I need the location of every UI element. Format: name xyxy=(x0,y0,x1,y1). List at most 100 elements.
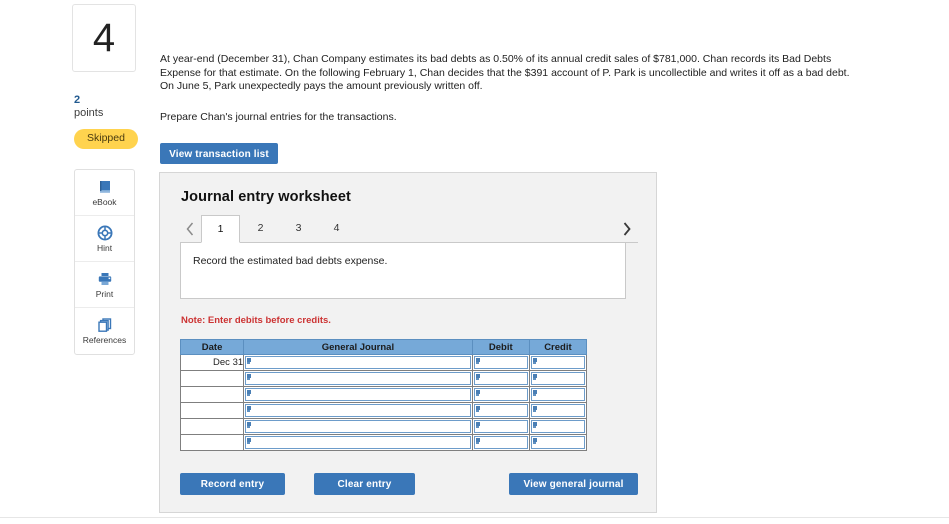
tool-ebook-label: eBook xyxy=(92,196,117,207)
column-header-general-journal: General Journal xyxy=(243,339,473,355)
journal-entry-table: Date General Journal Debit Credit Dec 31 xyxy=(179,339,588,451)
chevron-right-icon[interactable] xyxy=(618,219,636,239)
book-icon xyxy=(97,179,113,195)
table-row xyxy=(179,434,588,451)
clear-entry-button[interactable]: Clear entry xyxy=(314,473,415,495)
debit-input-4[interactable] xyxy=(473,404,528,417)
cell-general-journal-5[interactable] xyxy=(243,418,473,435)
credit-input-3[interactable] xyxy=(530,388,585,401)
cell-date-5[interactable] xyxy=(179,418,245,435)
question-number: 4 xyxy=(92,16,116,60)
column-header-debit: Debit xyxy=(471,339,530,355)
worksheet-instruction-box: Record the estimated bad debts expense. xyxy=(180,243,626,299)
worksheet-instruction-text: Record the estimated bad debts expense. xyxy=(193,255,388,267)
worksheet-tab-3-label: 3 xyxy=(295,222,302,234)
table-row xyxy=(179,402,588,419)
cell-debit-6[interactable] xyxy=(471,434,530,451)
cell-date-4[interactable] xyxy=(179,402,245,419)
tool-references[interactable]: References xyxy=(75,308,134,354)
debit-input-5[interactable] xyxy=(473,420,528,433)
cell-credit-4[interactable] xyxy=(528,402,588,419)
cell-date-2[interactable] xyxy=(179,370,245,387)
points-group: 2 points Skipped xyxy=(72,94,138,149)
cell-credit-1[interactable] xyxy=(528,354,588,371)
question-left-rail: 4 2 points Skipped xyxy=(72,4,138,149)
printer-icon xyxy=(97,271,113,287)
cell-general-journal-1[interactable] xyxy=(243,354,473,371)
cell-debit-4[interactable] xyxy=(471,402,530,419)
copy-pages-icon xyxy=(97,317,113,333)
worksheet-tabbar: 1 2 3 4 xyxy=(160,215,658,243)
worksheet-tab-4-label: 4 xyxy=(333,222,340,234)
lifebuoy-icon xyxy=(97,225,113,241)
cell-general-journal-6[interactable] xyxy=(243,434,473,451)
chevron-left-icon[interactable] xyxy=(181,219,199,239)
question-paragraph-2: Prepare Chan's journal entries for the t… xyxy=(160,110,397,123)
tool-print-label: Print xyxy=(95,288,114,299)
debit-input-2[interactable] xyxy=(473,372,528,385)
worksheet-tab-3[interactable]: 3 xyxy=(279,215,318,243)
cell-general-journal-3[interactable] xyxy=(243,386,473,403)
worksheet-tab-4[interactable]: 4 xyxy=(317,215,356,243)
debit-input-3[interactable] xyxy=(473,388,528,401)
tool-hint[interactable]: Hint xyxy=(75,216,134,262)
question-paragraph-1: At year-end (December 31), Chan Company … xyxy=(160,53,850,92)
cell-credit-3[interactable] xyxy=(528,386,588,403)
view-general-journal-button[interactable]: View general journal xyxy=(509,473,638,495)
account-select-3[interactable] xyxy=(245,388,471,401)
debit-input-6[interactable] xyxy=(473,436,528,449)
credit-input-2[interactable] xyxy=(530,372,585,385)
cell-credit-6[interactable] xyxy=(528,434,588,451)
journal-entry-worksheet-panel: Journal entry worksheet 1 2 3 4 Record t… xyxy=(159,172,657,513)
status-badge: Skipped xyxy=(74,129,138,149)
worksheet-tab-2[interactable]: 2 xyxy=(241,215,280,243)
table-row xyxy=(179,386,588,403)
view-transaction-list-button[interactable]: View transaction list xyxy=(160,143,278,164)
debit-input-1[interactable] xyxy=(473,356,528,369)
cell-date-1[interactable]: Dec 31 xyxy=(179,354,245,371)
cell-credit-5[interactable] xyxy=(528,418,588,435)
credit-input-5[interactable] xyxy=(530,420,585,433)
tool-hint-label: Hint xyxy=(96,242,113,253)
account-select-1[interactable] xyxy=(245,356,471,369)
cell-debit-3[interactable] xyxy=(471,386,530,403)
worksheet-footer: Record entry Clear entry View general jo… xyxy=(160,473,658,497)
column-header-credit: Credit xyxy=(528,339,588,355)
question-number-box: 4 xyxy=(72,4,136,72)
account-select-5[interactable] xyxy=(245,420,471,433)
credit-input-4[interactable] xyxy=(530,404,585,417)
table-row xyxy=(179,418,588,435)
credit-input-6[interactable] xyxy=(530,436,585,449)
tool-references-label: References xyxy=(82,335,127,345)
cell-general-journal-2[interactable] xyxy=(243,370,473,387)
cell-debit-2[interactable] xyxy=(471,370,530,387)
account-select-6[interactable] xyxy=(245,436,471,449)
cell-date-3[interactable] xyxy=(179,386,245,403)
worksheet-tab-1[interactable]: 1 xyxy=(201,215,240,243)
credit-input-1[interactable] xyxy=(530,356,585,369)
points-label: points xyxy=(74,107,104,119)
cell-debit-1[interactable] xyxy=(471,354,530,371)
resource-tool-stack: eBook Hint Print References xyxy=(74,169,135,355)
worksheet-tab-1-label: 1 xyxy=(217,223,224,235)
worksheet-tab-2-label: 2 xyxy=(257,222,264,234)
record-entry-button[interactable]: Record entry xyxy=(180,473,285,495)
question-body: At year-end (December 31), Chan Company … xyxy=(160,53,852,124)
cell-debit-5[interactable] xyxy=(471,418,530,435)
debits-before-credits-note: Note: Enter debits before credits. xyxy=(181,315,331,326)
assignment-question-page: 4 2 points Skipped eBook Hint Print Refe… xyxy=(0,0,949,524)
cell-general-journal-4[interactable] xyxy=(243,402,473,419)
table-header-row: Date General Journal Debit Credit xyxy=(179,339,588,355)
column-header-date: Date xyxy=(179,339,245,355)
tool-ebook[interactable]: eBook xyxy=(75,170,134,216)
cell-credit-2[interactable] xyxy=(528,370,588,387)
table-row: Dec 31 xyxy=(179,354,588,371)
tool-print[interactable]: Print xyxy=(75,262,134,308)
page-bottom-divider xyxy=(0,517,949,518)
points-value: 2 xyxy=(74,94,81,106)
cell-date-6[interactable] xyxy=(179,434,245,451)
account-select-4[interactable] xyxy=(245,404,471,417)
account-select-2[interactable] xyxy=(245,372,471,385)
table-row xyxy=(179,370,588,387)
worksheet-title: Journal entry worksheet xyxy=(181,189,351,205)
